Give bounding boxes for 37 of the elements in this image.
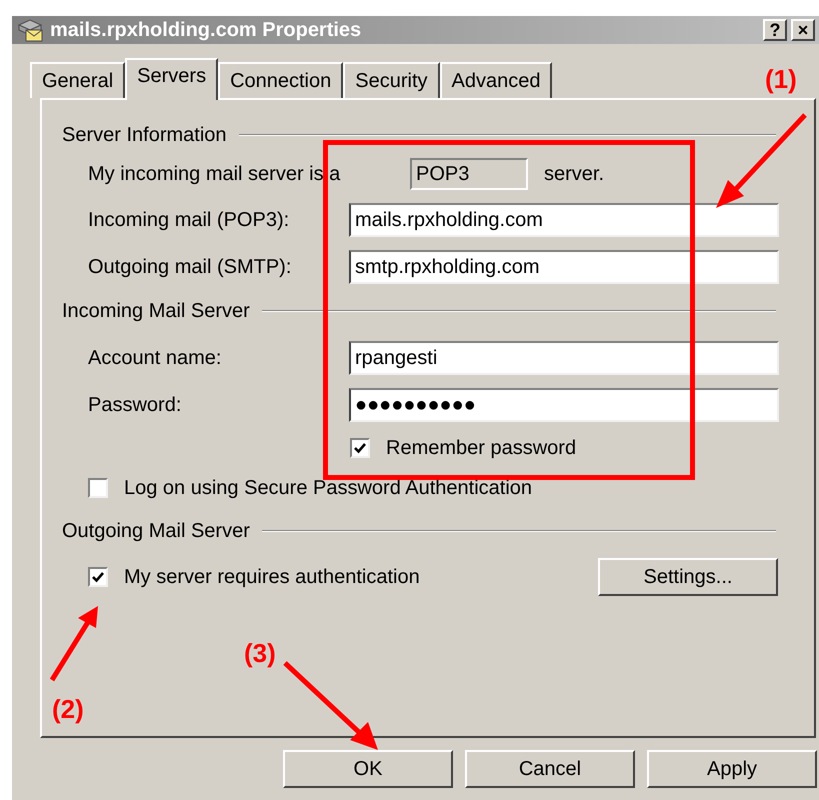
checkbox-label: Log on using Secure Password Authentication: [124, 476, 532, 501]
checkbox[interactable]: [88, 478, 108, 498]
annotation-label: (2): [52, 693, 84, 726]
text-field[interactable]: smtp.rpxholding.com: [349, 250, 779, 284]
field-label: Incoming mail (POP3):: [88, 208, 290, 232]
check-icon: [91, 570, 105, 584]
dialog-button[interactable]: Apply: [647, 750, 817, 788]
field-label: My incoming mail server is a: [88, 162, 342, 187]
tab[interactable]: Connection: [218, 62, 344, 98]
group-heading: Server Information: [62, 123, 227, 148]
checkbox[interactable]: [350, 438, 370, 458]
check-icon: [353, 441, 367, 455]
text-field[interactable]: mails.rpxholding.com: [349, 202, 779, 236]
field-label: Password:: [88, 392, 182, 418]
tab[interactable]: Security: [343, 62, 440, 98]
tab[interactable]: Advanced: [440, 62, 552, 98]
dialog-button[interactable]: OK: [283, 750, 453, 788]
checkbox[interactable]: [88, 567, 108, 587]
dialog-button[interactable]: Cancel: [465, 750, 635, 788]
tab[interactable]: Servers: [125, 58, 218, 100]
dialog-button[interactable]: Settings...: [598, 558, 778, 596]
annotation-label: (3): [244, 637, 276, 670]
help-button[interactable]: ?: [763, 19, 787, 41]
field-label: server.: [544, 162, 604, 187]
tab[interactable]: General: [30, 62, 126, 98]
field-label: Outgoing mail (SMTP):: [88, 254, 292, 280]
checkbox-label: Remember password: [386, 436, 576, 461]
checkbox-label: My server requires authentication: [124, 565, 421, 590]
window-title: mails.rpxholding.com Properties: [50, 18, 362, 43]
close-button[interactable]: ×: [791, 19, 815, 41]
text-field[interactable]: ●●●●●●●●●●: [349, 388, 779, 422]
field-label: Account name:: [88, 346, 222, 370]
annotation-label: (1): [765, 63, 797, 96]
group-heading: Outgoing Mail Server: [62, 519, 250, 544]
text-field[interactable]: rpangesti: [349, 340, 779, 374]
server-type-field: POP3: [410, 158, 528, 190]
group-heading: Incoming Mail Server: [62, 299, 250, 324]
